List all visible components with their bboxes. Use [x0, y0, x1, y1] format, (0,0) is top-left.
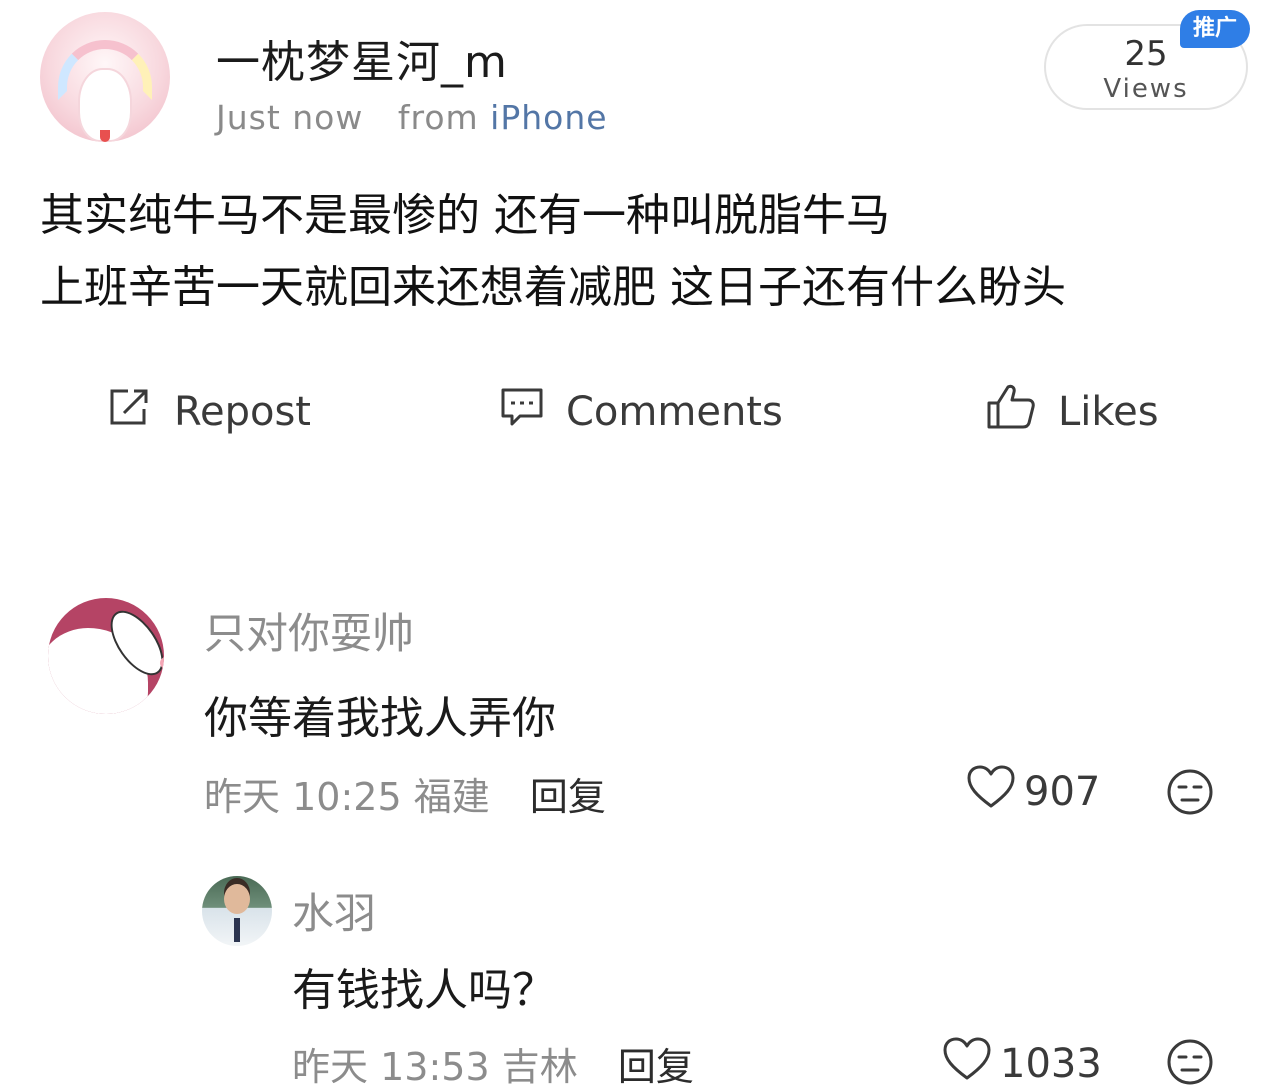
- post-line: 上班辛苦一天就回来还想着减肥 这日子还有什么盼头: [40, 262, 1066, 313]
- comment-icon: [500, 385, 566, 439]
- comment-like-count: 1033: [1000, 1041, 1102, 1087]
- reply-button[interactable]: 回复: [618, 1045, 694, 1089]
- comment-date: 昨天: [204, 775, 281, 819]
- comment-date: 昨天: [292, 1045, 369, 1089]
- comment-text: 你等着我找人弄你: [204, 693, 556, 744]
- comment-meta: 昨天 13:53 吉林 回复: [292, 1036, 694, 1091]
- comment-time: 10:25: [292, 775, 402, 819]
- comment-like-button[interactable]: 907: [966, 764, 1100, 820]
- heart-icon: [966, 764, 1024, 820]
- post-time: Just now: [216, 98, 364, 137]
- commenter-avatar[interactable]: [202, 876, 272, 946]
- comment-location: 福建: [413, 775, 490, 819]
- author-avatar[interactable]: [40, 12, 170, 142]
- avatar-tongue: [100, 130, 110, 142]
- heart-icon: [942, 1036, 1000, 1092]
- promo-badge: 推广: [1180, 10, 1250, 48]
- avatar-head: [224, 884, 250, 914]
- likes-button[interactable]: Likes: [986, 384, 1159, 440]
- post-from-label: from: [397, 98, 479, 137]
- post-meta: Just now from iPhone: [216, 98, 608, 137]
- author-name[interactable]: 一枕梦星河_m: [216, 26, 508, 90]
- emoji-face-icon[interactable]: [1166, 1038, 1214, 1090]
- reply-button[interactable]: 回复: [530, 775, 606, 819]
- repost-icon: [108, 387, 174, 437]
- avatar-tie: [234, 918, 240, 942]
- post-source[interactable]: iPhone: [490, 98, 607, 137]
- views-label: Views: [1103, 74, 1189, 104]
- comments-button[interactable]: Comments: [500, 384, 783, 440]
- repost-button[interactable]: Repost: [108, 384, 311, 440]
- commenter-avatar[interactable]: [48, 598, 164, 714]
- comment-like-button[interactable]: 1033: [942, 1036, 1102, 1092]
- thumbs-up-icon: [986, 383, 1058, 441]
- post-body: 其实纯牛马不是最惨的 还有一种叫脱脂牛马 上班辛苦一天就回来还想着减肥 这日子还…: [40, 180, 1260, 324]
- commenter-name[interactable]: 水羽: [292, 880, 376, 941]
- comment-meta: 昨天 10:25 福建 回复: [204, 766, 606, 821]
- repost-label: Repost: [174, 389, 311, 435]
- likes-label: Likes: [1058, 389, 1159, 435]
- comment-text: 有钱找人吗？: [292, 965, 556, 1016]
- comments-label: Comments: [566, 389, 783, 435]
- comment-like-count: 907: [1024, 769, 1101, 815]
- comment-time: 13:53: [380, 1045, 490, 1089]
- comment-location: 吉林: [501, 1045, 578, 1089]
- commenter-name[interactable]: 只对你耍帅: [204, 600, 414, 661]
- post-line: 其实纯牛马不是最惨的 还有一种叫脱脂牛马: [40, 190, 890, 241]
- emoji-face-icon[interactable]: [1166, 768, 1214, 820]
